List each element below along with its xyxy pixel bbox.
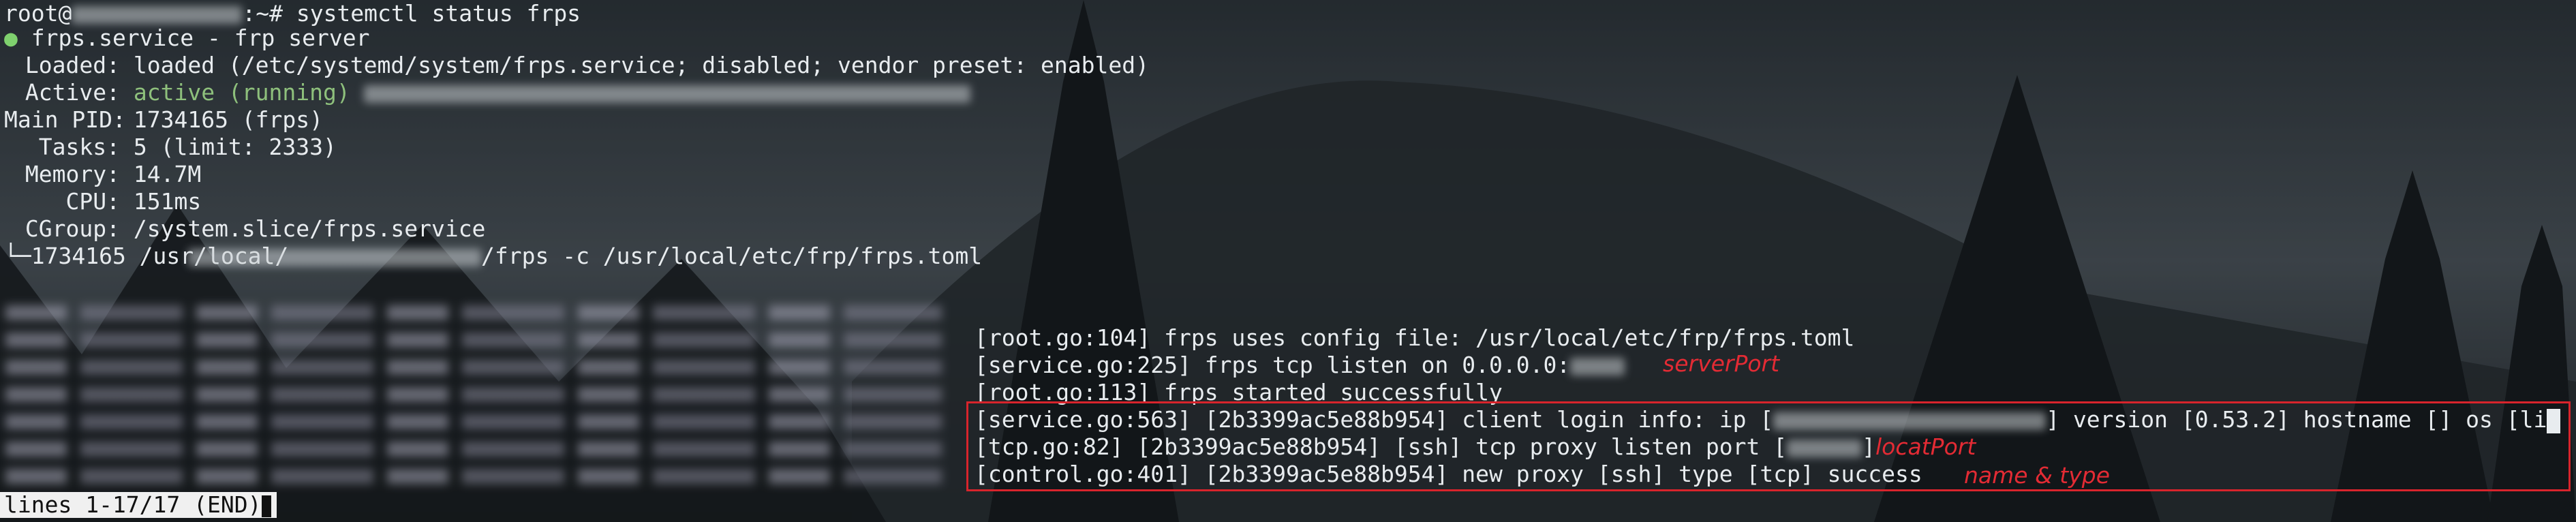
log-line-1: [root.go:104] frps uses config file: /us…: [975, 324, 1855, 351]
active-line: Active: active (running): [4, 79, 970, 106]
tasks-line: Tasks: 5 (limit: 2333): [38, 134, 337, 160]
cgroup-child-line: └─1734165 /usr/local//frps -c /usr/local…: [4, 243, 983, 269]
unit-title-line: ● frps.service - frp server: [4, 25, 370, 51]
annotation-name-type: name & type: [1964, 462, 2111, 489]
pid-line: Main PID: 1734165 (frps): [4, 106, 324, 133]
pager-status-bar[interactable]: lines 1-17/17 (END): [0, 492, 277, 518]
log-line-2: [service.go:225] frps tcp listen on 0.0.…: [975, 352, 1625, 379]
log-line-6: [control.go:401] [2b3399ac5e88b954] new …: [975, 461, 1922, 487]
overflow-cursor-icon: [2547, 408, 2561, 433]
blurred-log-text: [0, 293, 947, 487]
shell-prompt-line: root@:~# systemctl status frps: [4, 0, 581, 27]
redacted-path: [188, 248, 481, 266]
cpu-line: CPU: 151ms: [65, 188, 202, 215]
pager-status-text: lines 1-17/17 (END): [4, 491, 262, 518]
log-line-4: [service.go:563] [2b3399ac5e88b954] clie…: [975, 406, 2561, 433]
command-text: systemctl status frps: [296, 0, 581, 27]
text-cursor-icon: [261, 495, 271, 517]
redacted-server-port: [1570, 357, 1625, 375]
loaded-line: Loaded: loaded (/etc/systemd/system/frps…: [25, 52, 1149, 78]
annotation-local-port: locatPort: [1875, 433, 1976, 460]
redacted-client-ip: [1773, 412, 2046, 430]
redacted-timestamp: [363, 85, 970, 103]
annotation-server-port: serverPort: [1663, 350, 1780, 377]
redacted-hostname: [72, 5, 243, 24]
memory-line: Memory: 14.7M: [25, 161, 202, 187]
redacted-local-port: [1787, 439, 1862, 457]
active-dot-icon: ●: [4, 25, 18, 51]
cgroup-line: CGroup: /system.slice/frps.service: [25, 215, 486, 242]
log-line-5: [tcp.go:82] [2b3399ac5e88b954] [ssh] tcp…: [975, 433, 1875, 460]
